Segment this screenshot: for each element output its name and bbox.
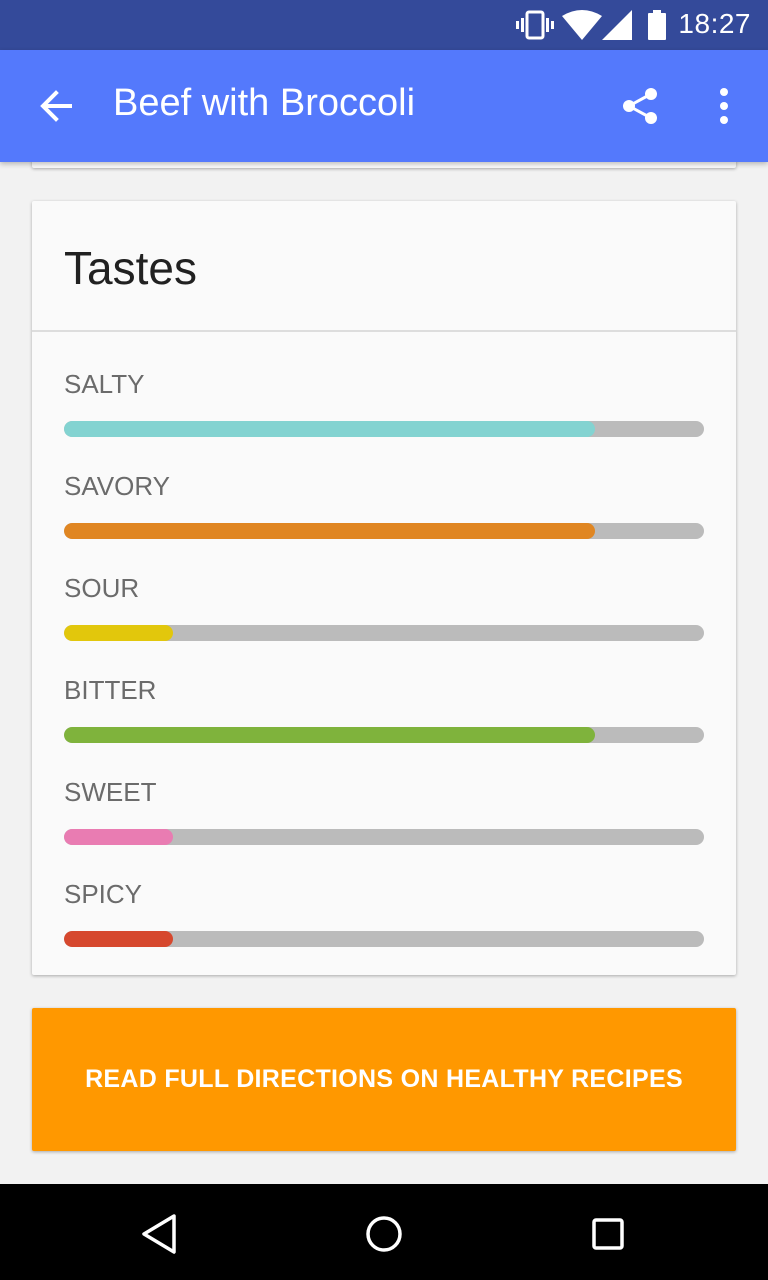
taste-label: BITTER [64,675,157,705]
taste-row-salty: SALTY [64,369,704,449]
taste-bar-fill [64,727,596,743]
share-icon[interactable] [620,86,660,126]
taste-row-sour: SOUR [64,573,704,653]
taste-label: SWEET [64,777,157,807]
taste-label: SOUR [64,573,140,603]
battery-icon [648,10,666,40]
taste-bar-fill [64,931,173,947]
taste-bar [64,931,704,947]
taste-label: SAVORY [64,471,170,501]
app-bar: Beef with Broccoli [0,50,768,162]
taste-bar-fill [64,421,596,437]
taste-bar [64,625,704,641]
clock: 18:27 [678,8,751,39]
back-triangle-icon[interactable] [138,1212,182,1256]
taste-bar [64,523,704,539]
taste-bar [64,421,704,437]
taste-bar-fill [64,523,596,539]
card-title: Tastes [64,242,197,294]
taste-row-savory: SAVORY [64,471,704,551]
back-arrow-icon[interactable] [36,86,76,126]
tastes-card: Tastes SALTY SAVORY SOUR BITTER SWEET SP… [32,201,736,975]
taste-row-bitter: BITTER [64,675,704,755]
taste-bar-fill [64,625,173,641]
taste-row-sweet: SWEET [64,777,704,857]
signal-icon [602,10,632,40]
divider [32,330,736,332]
taste-label: SPICY [64,879,143,909]
wifi-icon [562,10,602,40]
taste-bar-fill [64,829,173,845]
taste-label: SALTY [64,369,145,399]
home-circle-icon[interactable] [362,1212,406,1256]
navigation-bar [0,1184,768,1280]
taste-bar [64,727,704,743]
recents-square-icon[interactable] [586,1212,630,1256]
status-bar: 18:27 [0,0,768,50]
taste-row-spicy: SPICY [64,879,704,959]
vibrate-icon [516,10,554,40]
taste-bar [64,829,704,845]
more-vert-icon[interactable] [708,86,740,126]
read-directions-label: READ FULL DIRECTIONS ON HEALTHY RECIPES [85,1065,683,1093]
read-directions-button[interactable]: READ FULL DIRECTIONS ON HEALTHY RECIPES [32,1008,736,1151]
page-title: Beef with Broccoli [113,82,416,124]
